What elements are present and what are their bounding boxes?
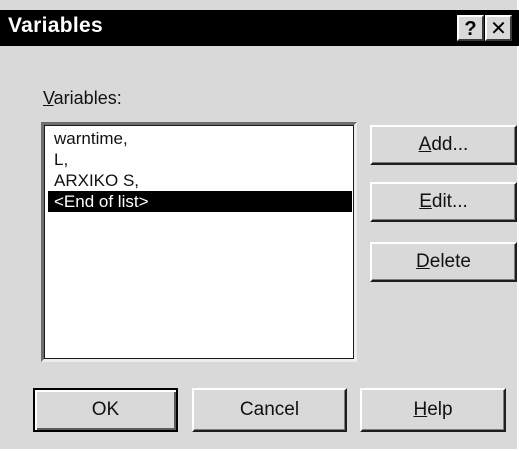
add-button[interactable]: Add... [370,125,517,165]
list-item-selected[interactable]: <End of list> [48,191,352,212]
edit-button[interactable]: Edit... [370,182,517,222]
list-item[interactable]: ARXIKO S, [48,170,352,191]
ok-button[interactable]: OK [33,388,178,432]
variables-label: Variables: [43,88,122,109]
variables-listbox[interactable]: warntime, L, ARXIKO S, <End of list> [41,122,357,362]
list-item[interactable]: warntime, [48,128,352,149]
add-label: dd... [431,134,469,155]
help-mnemonic: H [413,399,428,420]
window-title: Variables [8,14,103,37]
title-bar[interactable]: Variables ? ✕ [0,10,519,46]
help-icon[interactable]: ? [457,15,484,41]
variables-label-mnemonic: V [43,88,54,108]
delete-mnemonic: D [416,251,430,272]
close-icon[interactable]: ✕ [485,15,512,41]
help-button[interactable]: Help [360,388,506,432]
help-label: elp [427,399,453,420]
edit-label: dit... [431,191,468,212]
delete-label: elete [429,251,471,272]
cancel-button[interactable]: Cancel [192,388,347,432]
add-mnemonic: A [418,134,432,155]
list-item[interactable]: L, [48,149,352,170]
delete-button[interactable]: Delete [370,242,517,282]
edit-mnemonic: E [419,191,432,212]
variables-dialog: Variables ? ✕ Variables: warntime, L, AR… [0,0,519,451]
variables-label-text: ariables: [53,88,122,108]
